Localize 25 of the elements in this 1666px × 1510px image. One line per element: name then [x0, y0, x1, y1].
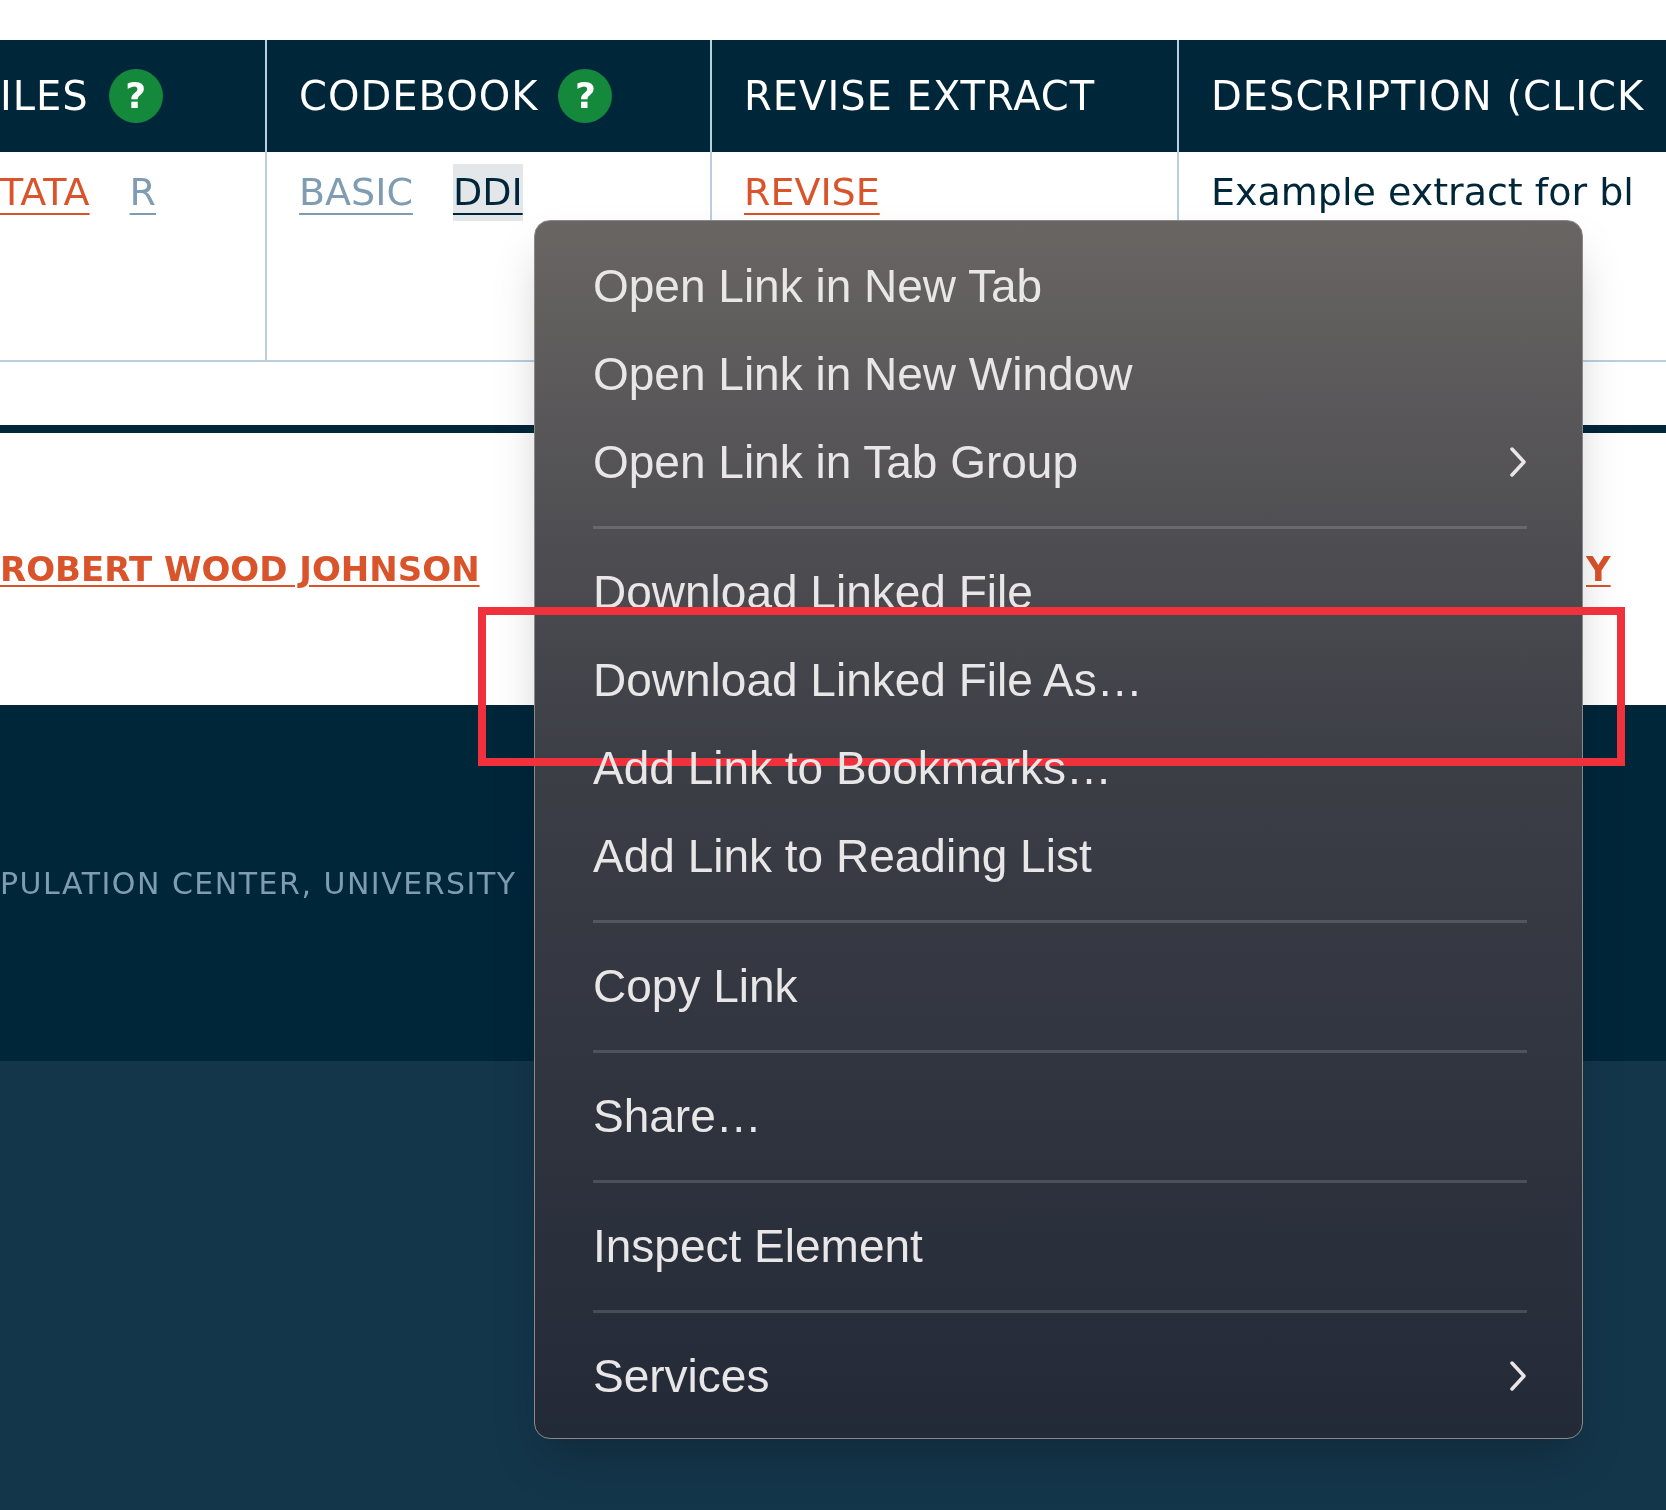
chevron-right-icon	[1509, 446, 1527, 478]
menu-item[interactable]: Share…	[593, 1072, 1527, 1160]
table-link[interactable]: TATA	[0, 164, 90, 221]
menu-item[interactable]: Download Linked File As…	[593, 636, 1527, 724]
help-icon[interactable]: ?	[558, 69, 613, 123]
sponsor-link[interactable]: Y	[1586, 543, 1666, 595]
menu-item[interactable]: Services	[593, 1332, 1527, 1420]
column-title: CODEBOOK	[299, 72, 539, 121]
help-icon[interactable]: ?	[108, 69, 163, 123]
table-link[interactable]: REVISE	[744, 164, 880, 221]
menu-item[interactable]: Add Link to Reading List	[593, 812, 1527, 900]
chevron-right-icon	[1509, 1360, 1527, 1392]
menu-item[interactable]: Open Link in New Tab	[593, 242, 1527, 330]
menu-item[interactable]: Open Link in New Window	[593, 330, 1527, 418]
menu-item[interactable]: Download Linked File	[593, 548, 1527, 636]
menu-item[interactable]: Open Link in Tab Group	[593, 418, 1527, 506]
menu-item[interactable]: Inspect Element	[593, 1202, 1527, 1290]
footer-text: PULATION CENTER, UNIVERSITY	[0, 864, 517, 903]
column-title: ILES	[0, 72, 89, 121]
column-title: DESCRIPTION (CLICK	[1211, 72, 1645, 121]
table-link[interactable]: DDI	[452, 164, 523, 221]
description-text: Example extract for bl	[1211, 170, 1634, 214]
column-title: REVISE EXTRACT	[744, 72, 1096, 121]
menu-item[interactable]: Copy Link	[593, 942, 1527, 1030]
sponsor-link[interactable]: ROBERT WOOD JOHNSON	[0, 543, 480, 595]
